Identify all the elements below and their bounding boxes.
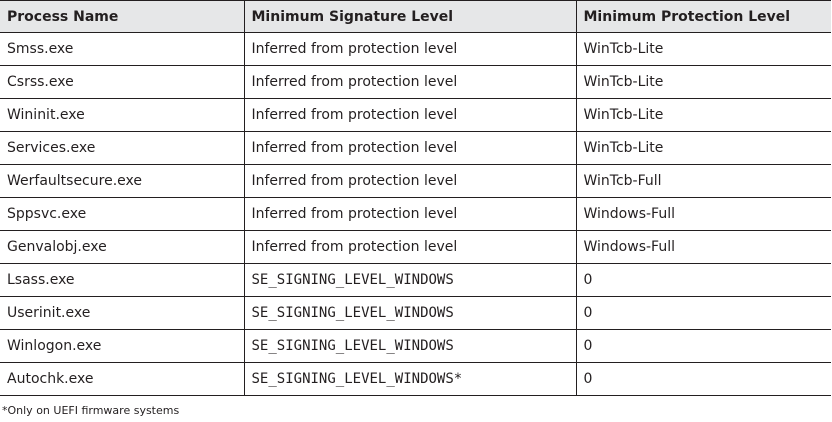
protection-level-cell: 0: [575, 296, 831, 330]
signature-level-cell: SE_SIGNING_LEVEL_WINDOWS: [243, 263, 576, 297]
protection-level-cell: WinTcb-Lite: [575, 98, 831, 132]
table-row: Werfaultsecure.exe Inferred from protect…: [0, 164, 831, 198]
process-name-cell: Sppsvc.exe: [0, 197, 244, 231]
process-name-cell: Wininit.exe: [0, 98, 244, 132]
header-process-name: Process Name: [0, 0, 244, 33]
signature-level-cell: Inferred from protection level: [243, 131, 576, 165]
process-name-cell: Smss.exe: [0, 32, 244, 66]
process-name-cell: Userinit.exe: [0, 296, 244, 330]
table-header-row: Process Name Minimum Signature Level Min…: [0, 0, 831, 33]
protection-level-cell: 0: [575, 362, 831, 396]
table-row: Sppsvc.exe Inferred from protection leve…: [0, 197, 831, 231]
process-name-cell: Winlogon.exe: [0, 329, 244, 363]
table-row: Smss.exe Inferred from protection level …: [0, 32, 831, 66]
process-name-cell: Services.exe: [0, 131, 244, 165]
signature-level-cell: Inferred from protection level: [243, 32, 576, 66]
protection-level-cell: WinTcb-Full: [575, 164, 831, 198]
protection-level-cell: Windows-Full: [575, 230, 831, 264]
table-row: Csrss.exe Inferred from protection level…: [0, 65, 831, 99]
signature-level-cell: Inferred from protection level: [243, 230, 576, 264]
process-name-cell: Genvalobj.exe: [0, 230, 244, 264]
header-minimum-protection-level: Minimum Protection Level: [575, 0, 831, 33]
table-row: Autochk.exe SE_SIGNING_LEVEL_WINDOWS* 0: [0, 362, 831, 396]
process-name-cell: Lsass.exe: [0, 263, 244, 297]
protection-level-cell: WinTcb-Lite: [575, 131, 831, 165]
process-name-cell: Autochk.exe: [0, 362, 244, 396]
process-protection-table: Process Name Minimum Signature Level Min…: [0, 0, 831, 396]
signature-level-cell: Inferred from protection level: [243, 98, 576, 132]
table-row: Services.exe Inferred from protection le…: [0, 131, 831, 165]
table-row: Winlogon.exe SE_SIGNING_LEVEL_WINDOWS 0: [0, 329, 831, 363]
signature-level-cell: SE_SIGNING_LEVEL_WINDOWS: [243, 296, 576, 330]
table-row: Wininit.exe Inferred from protection lev…: [0, 98, 831, 132]
signature-level-cell: Inferred from protection level: [243, 197, 576, 231]
table-row: Genvalobj.exe Inferred from protection l…: [0, 230, 831, 264]
table-row: Lsass.exe SE_SIGNING_LEVEL_WINDOWS 0: [0, 263, 831, 297]
footnote: *Only on UEFI firmware systems: [2, 404, 180, 417]
protection-level-cell: 0: [575, 329, 831, 363]
signature-level-cell: Inferred from protection level: [243, 164, 576, 198]
header-minimum-signature-level: Minimum Signature Level: [243, 0, 576, 33]
protection-level-cell: Windows-Full: [575, 197, 831, 231]
process-name-cell: Werfaultsecure.exe: [0, 164, 244, 198]
protection-level-cell: WinTcb-Lite: [575, 65, 831, 99]
table-row: Userinit.exe SE_SIGNING_LEVEL_WINDOWS 0: [0, 296, 831, 330]
signature-level-cell: Inferred from protection level: [243, 65, 576, 99]
protection-level-cell: WinTcb-Lite: [575, 32, 831, 66]
signature-level-cell: SE_SIGNING_LEVEL_WINDOWS: [243, 329, 576, 363]
protection-level-cell: 0: [575, 263, 831, 297]
signature-level-cell: SE_SIGNING_LEVEL_WINDOWS*: [243, 362, 576, 396]
process-name-cell: Csrss.exe: [0, 65, 244, 99]
